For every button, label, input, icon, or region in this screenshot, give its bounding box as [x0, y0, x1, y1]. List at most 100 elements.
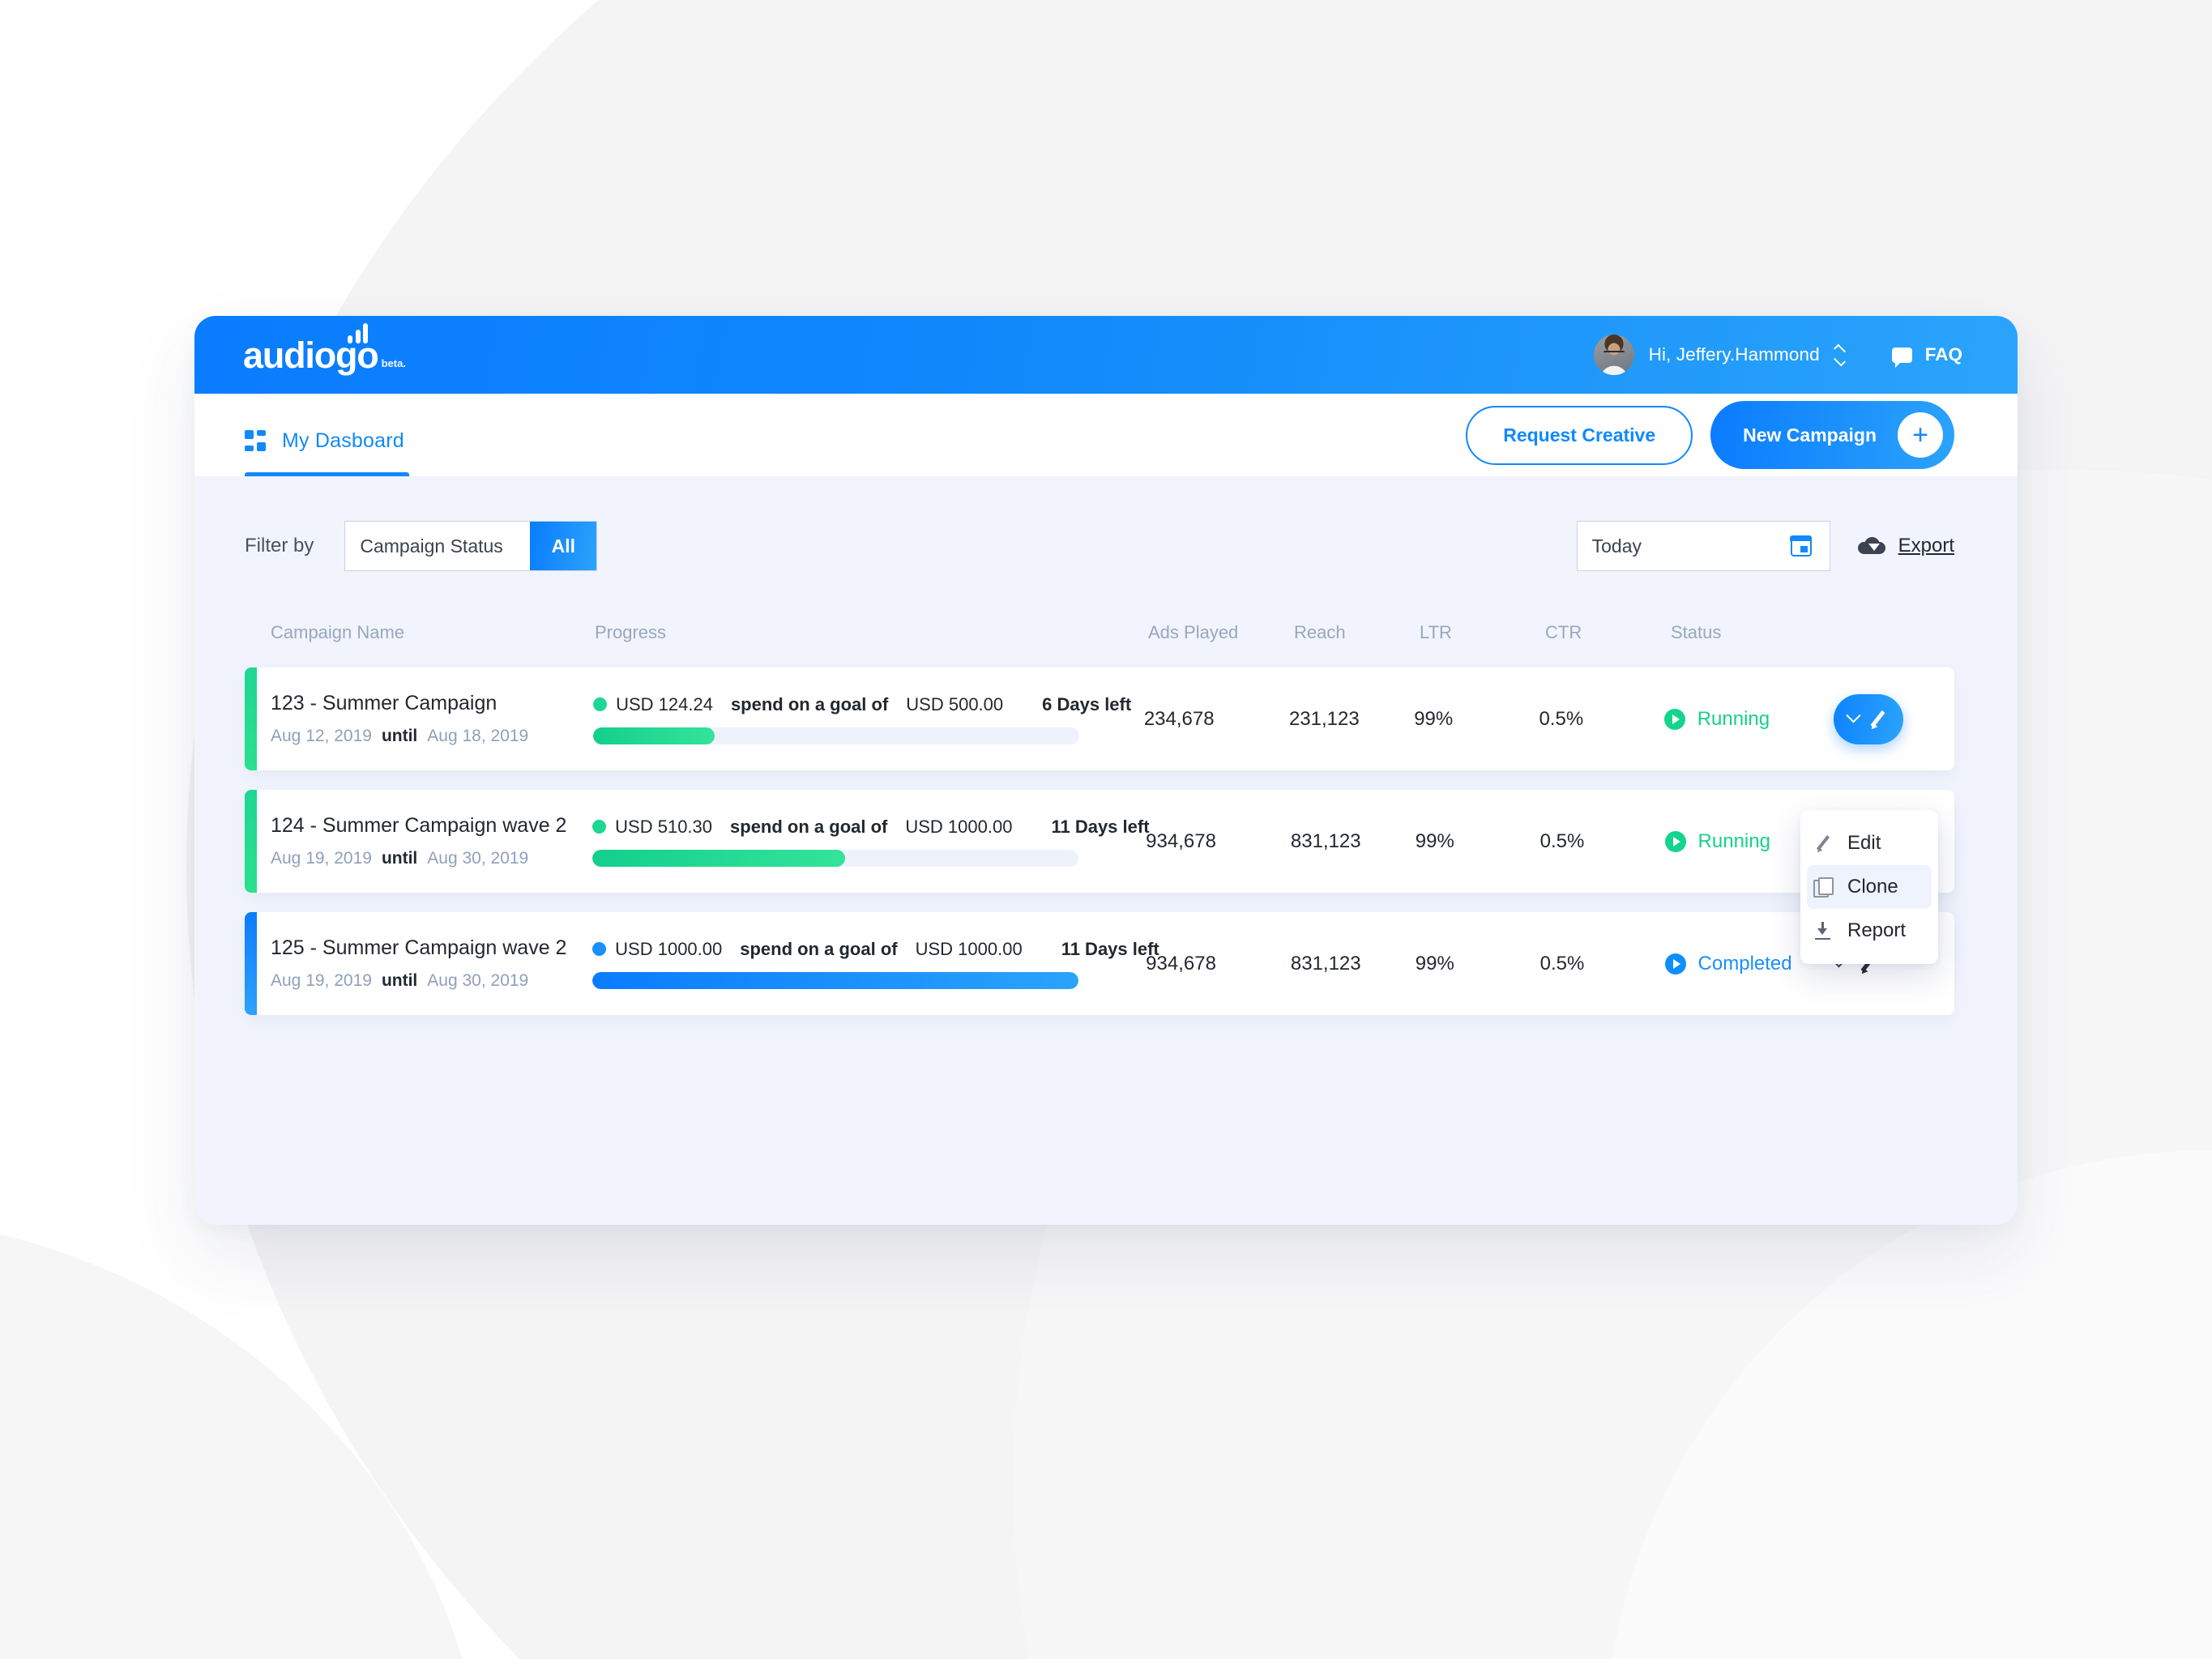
end-date: Aug 30, 2019 [427, 849, 529, 868]
status-badge: Running [1663, 707, 1834, 731]
row-actions-dropdown: Edit Clone Report [1800, 810, 1938, 964]
progress-bar [592, 971, 1079, 989]
campaign-status-filter[interactable]: Campaign Status All [344, 521, 598, 571]
calendar-icon[interactable] [1790, 535, 1813, 557]
days-left: 11 Days left [1051, 816, 1150, 837]
actions-pill-button[interactable] [1833, 693, 1903, 744]
filter-left-group: Filter by Campaign Status All [245, 521, 598, 571]
amount-spent: USD 510.30 [615, 816, 713, 837]
start-date: Aug 12, 2019 [271, 727, 372, 745]
status-label: Running [1697, 707, 1770, 730]
dropdown-clone-label: Clone [1847, 876, 1898, 898]
app-logo[interactable]: audiogo beta. [243, 322, 406, 373]
progress-bar-fill [592, 849, 846, 867]
campaign-name: 124 - Summer Campaign wave 2 [271, 814, 567, 837]
date-range-select[interactable]: Today [1576, 521, 1830, 571]
th-ads-played: Ads Played [1148, 622, 1239, 642]
campaign-dates: Aug 12, 2019 until Aug 18, 2019 [271, 727, 593, 746]
dashboard-grid-icon [245, 430, 266, 451]
progress-cell: USD 510.30 spend on a goal of USD 1000.0… [592, 816, 1150, 867]
user-menu[interactable]: Hi, Jeffery.Hammond [1593, 335, 1846, 375]
start-date: Aug 19, 2019 [271, 971, 372, 990]
table-row[interactable]: 124 - Summer Campaign wave 2 Aug 19, 201… [245, 790, 1954, 893]
tab-my-dashboard[interactable]: My Dasboard [245, 394, 409, 476]
filter-right-group: Today Export [1576, 521, 1954, 571]
logo-beta-label: beta. [381, 356, 406, 369]
th-campaign-name: Campaign Name [271, 622, 405, 642]
campaign-name-cell: 124 - Summer Campaign wave 2 Aug 19, 201… [271, 814, 592, 868]
th-ltr: LTR [1420, 622, 1452, 642]
play-icon [1663, 708, 1685, 730]
faq-link[interactable]: FAQ [1891, 344, 1962, 368]
main-content: Filter by Campaign Status All Today Expo… [194, 476, 2018, 1015]
progress-bar-fill [593, 727, 715, 744]
status-label: Running [1697, 830, 1770, 852]
progress-bar [592, 849, 1079, 867]
dropdown-report-label: Report [1847, 919, 1907, 941]
end-date: Aug 30, 2019 [427, 971, 529, 990]
amount-spent: USD 124.24 [616, 693, 713, 714]
campaign-dates: Aug 19, 2019 until Aug 30, 2019 [271, 849, 592, 868]
spend-dot-icon [593, 697, 608, 711]
edit-pencil-icon[interactable] [1867, 709, 1888, 730]
campaign-status-label: Campaign Status [360, 535, 503, 557]
start-date: Aug 19, 2019 [271, 849, 372, 868]
ads-played-value: 234,678 [1143, 707, 1215, 730]
reach-value: 831,123 [1290, 830, 1361, 852]
until-label: until [381, 971, 418, 990]
until-label: until [381, 727, 418, 745]
ctr-value: 0.5% [1539, 830, 1585, 852]
signal-bars-icon [348, 322, 368, 343]
until-label: until [381, 849, 418, 868]
row-actions [1833, 693, 1954, 744]
campaign-name-cell: 123 - Summer Campaign Aug 12, 2019 until… [271, 692, 593, 746]
spend-goal-label: spend on a goal of [730, 693, 889, 714]
reach-value: 831,123 [1290, 952, 1361, 975]
goal-amount: USD 1000.00 [905, 816, 1013, 837]
chevron-down-icon[interactable] [1846, 708, 1861, 723]
ctr-value: 0.5% [1539, 707, 1584, 730]
dropdown-edit-label: Edit [1847, 832, 1881, 854]
cloud-download-icon [1857, 537, 1885, 555]
table-row[interactable]: 123 - Summer Campaign Aug 12, 2019 until… [245, 667, 1954, 770]
dropdown-item-clone[interactable]: Clone [1807, 865, 1932, 909]
new-campaign-label: New Campaign [1743, 424, 1877, 446]
export-label: Export [1898, 535, 1954, 557]
dropdown-item-edit[interactable]: Edit [1800, 821, 1938, 865]
progress-summary: USD 124.24 spend on a goal of USD 500.00… [593, 694, 1144, 715]
tab-label: My Dasboard [282, 429, 404, 452]
ltr-value: 99% [1415, 952, 1454, 975]
top-header-bar: audiogo beta. Hi, Jeffery.Hammond FAQ [194, 316, 2018, 394]
progress-bar [593, 727, 1080, 744]
th-progress: Progress [595, 622, 667, 642]
new-campaign-button[interactable]: New Campaign + [1710, 401, 1954, 469]
app-window: audiogo beta. Hi, Jeffery.Hammond FAQ My… [194, 316, 2018, 1225]
date-range-value: Today [1591, 535, 1642, 557]
campaign-status-value-chip[interactable]: All [530, 522, 597, 570]
nav-actions: Request Creative New Campaign + [1466, 401, 1954, 469]
progress-bar-fill [592, 971, 1079, 989]
days-left: 11 Days left [1061, 938, 1159, 959]
spend-goal-label: spend on a goal of [730, 816, 888, 837]
avatar [1593, 335, 1634, 375]
days-left: 6 Days left [1042, 693, 1132, 714]
row-accent-bar [245, 912, 257, 1015]
table-row[interactable]: 125 - Summer Campaign wave 2 Aug 19, 201… [245, 912, 1954, 1015]
play-icon [1664, 830, 1686, 852]
export-button[interactable]: Export [1857, 535, 1954, 557]
spend-goal-label: spend on a goal of [740, 938, 898, 959]
campaign-name: 125 - Summer Campaign wave 2 [271, 936, 567, 959]
dropdown-item-report[interactable]: Report [1800, 909, 1938, 953]
chevron-updown-icon[interactable] [1833, 343, 1846, 366]
request-creative-button[interactable]: Request Creative [1466, 405, 1693, 465]
th-reach: Reach [1294, 622, 1346, 642]
row-accent-bar [245, 790, 257, 893]
user-greeting: Hi, Jeffery.Hammond [1648, 344, 1820, 365]
plus-icon: + [1898, 412, 1943, 458]
ltr-value: 99% [1414, 707, 1454, 730]
spend-dot-icon [592, 942, 607, 956]
faq-label: FAQ [1924, 344, 1962, 365]
progress-summary: USD 510.30 spend on a goal of USD 1000.0… [592, 816, 1150, 838]
reach-value: 231,123 [1288, 707, 1360, 730]
chat-bubble-icon [1891, 347, 1912, 368]
